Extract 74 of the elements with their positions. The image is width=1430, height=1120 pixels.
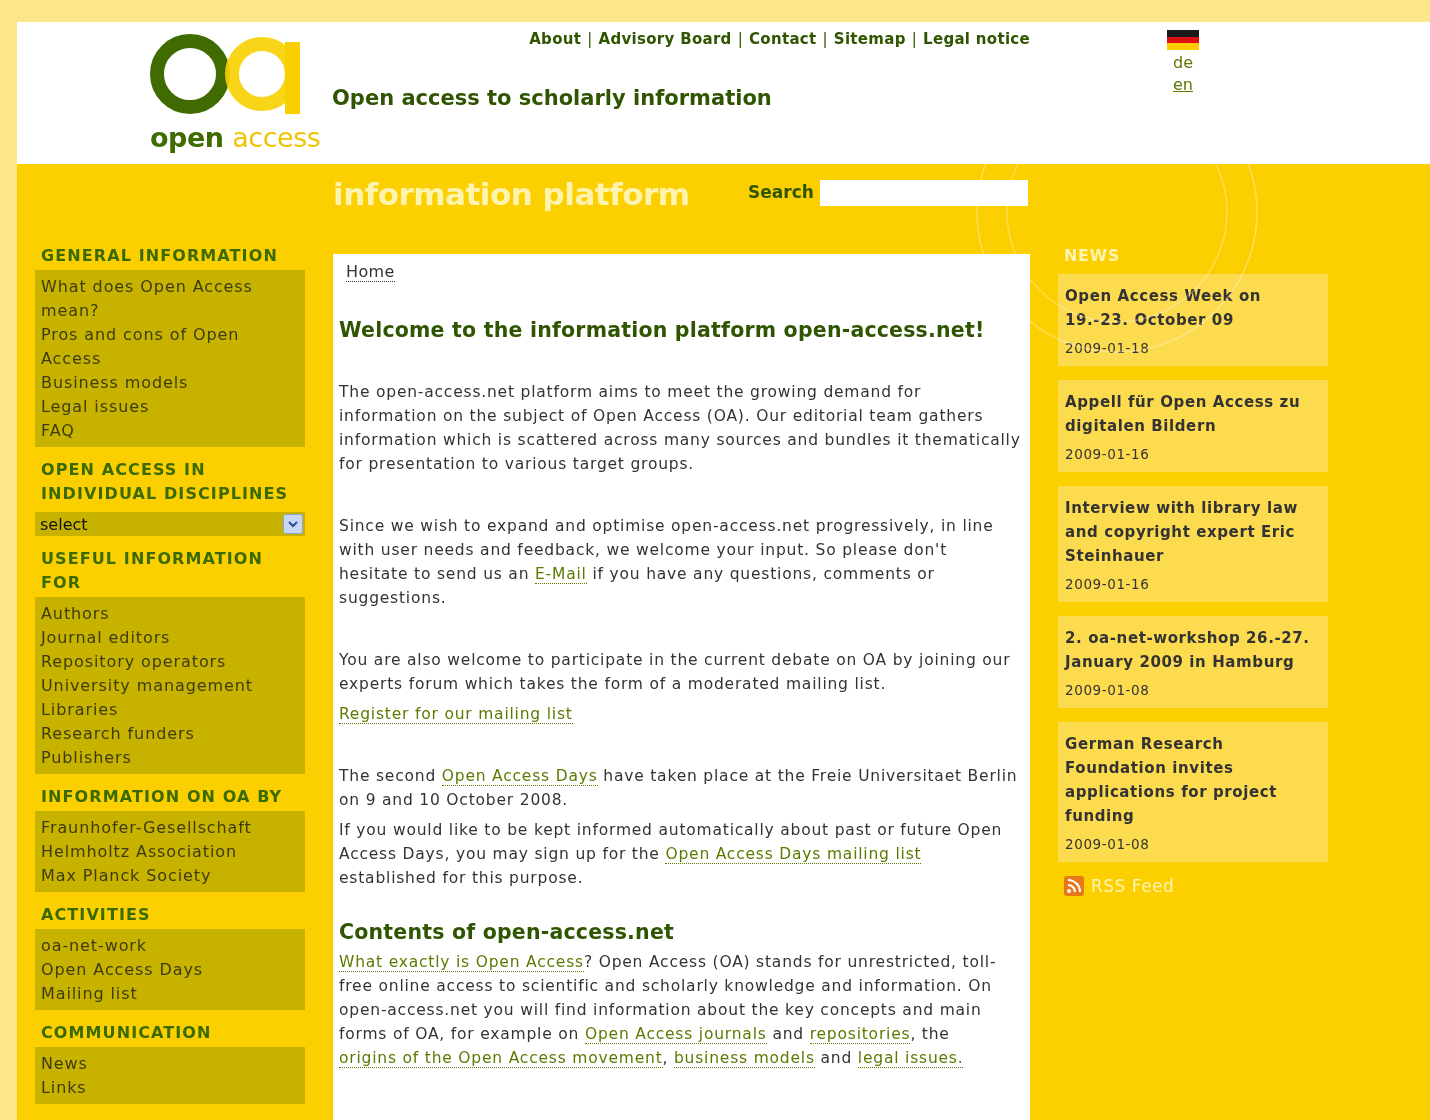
separator: | [911,30,918,48]
news-date: 2009-01-16 [1065,576,1151,592]
separator: | [822,30,828,48]
language-link[interactable]: de [1173,53,1193,72]
news-date: 2009-01-08 [1065,836,1151,852]
search-field[interactable] [819,180,1028,206]
sidebar-item[interactable]: Publishers [41,746,299,770]
text-link[interactable]: business models [674,1049,815,1068]
top-nav-link[interactable]: Advisory Board [598,30,732,48]
news-title-link[interactable]: Open Access Week on 19.-23. October 09 [1065,284,1321,332]
news-date: 2009-01-08 [1065,682,1151,698]
sidebar-heading: ACTIVITIES [41,904,152,926]
sidebar-item[interactable]: Repository operators [41,650,299,674]
breadcrumb-link[interactable]: Home [346,262,395,282]
sidebar-item[interactable]: News [41,1052,299,1076]
text-link[interactable]: repositories [809,1025,911,1044]
top-nav-link[interactable]: Sitemap [833,30,906,48]
top-nav-link[interactable]: Contact [749,30,817,48]
sidebar-item[interactable]: University management [41,674,299,698]
flag-icon [1167,30,1199,50]
text-link[interactable]: legal issues. [857,1049,964,1068]
news-title-link[interactable]: Interview with library law and copyright expert Eric Steinhauer [1065,496,1321,568]
sidebar-item[interactable]: Authors [41,602,299,626]
text-link[interactable]: origins of the Open Access movement [339,1049,663,1068]
rss-icon [1064,876,1084,896]
top-nav-link[interactable]: About [529,30,582,48]
search-label: Search [748,182,814,202]
paragraph: The second Open Access Days have taken place at the Freie Universitaet Berlin on 9 and 10 October 2008. [339,766,1019,811]
text-link[interactable]: Open Access Days [441,767,598,786]
paragraph: Since we wish to expand and optimise open-access.net progressively, in line with user needs and feedback, we welcome your input. So please don't hesitate to send us an E-Mail if you have any questions, comments or suggestions. [339,516,995,609]
text-link[interactable]: Open Access journals [584,1025,767,1044]
language-link[interactable]: en [1173,75,1193,94]
paragraph: You are also welcome to participate in the current debate on OA by joining our experts forum which takes the form of a moderated mailing list. [339,650,1012,695]
sidebar-item[interactable]: Libraries [41,698,299,722]
news-date: 2009-01-18 [1065,340,1151,356]
separator: | [737,30,743,48]
discipline-select[interactable]: select [35,512,305,536]
sidebar-item[interactable]: Business models [41,371,299,395]
sidebar-item[interactable]: oa-net-work [41,934,299,958]
sidebar-item[interactable]: Open Access Days [41,958,299,982]
sidebar-heading: COMMUNICATION [41,1022,213,1044]
sidebar-item[interactable]: Pros and cons of Open Access [41,323,299,371]
sidebar-item[interactable]: FAQ [41,419,299,443]
text-link[interactable]: Open Access Days mailing list [665,845,922,864]
sidebar-heading: USEFUL INFORMATION FOR [41,548,265,594]
sidebar-item[interactable]: Fraunhofer-Gesellschaft [41,816,299,840]
sidebar-item[interactable]: Mailing list [41,982,299,1006]
paragraph: What exactly is Open Access? Open Access (OA) stands for unrestricted, toll-free online access to scientific and scholarly knowledge and information. On open-access.net you will find information about the key concepts and main forms of OA, for example on Open Access journals and repositories, the origins of the Open Access movement, business models and legal issues. [339,952,998,1070]
news-title-link[interactable]: German Research Foundation invites applications for project funding [1065,732,1321,828]
news-date: 2009-01-16 [1065,446,1151,462]
news-heading: NEWS [1064,245,1121,267]
sidebar-heading: OPEN ACCESS IN INDIVIDUAL DISCIPLINES [41,459,290,505]
text-link[interactable]: E-Mail [535,565,587,584]
site-tagline: Open access to scholarly information [332,86,773,110]
separator: | [587,30,593,48]
sidebar-item[interactable]: Research funders [41,722,299,746]
news-title-link[interactable]: 2. oa-net-workshop 26.-27. January 2009 in Hamburg [1065,626,1321,674]
section-heading: Contents of open-access.net [339,920,675,944]
sidebar-item[interactable]: What does Open Access mean? [41,275,299,323]
text-link[interactable]: What exactly is Open Access [339,953,584,972]
section-heading: Welcome to the information platform open-access.net! [339,318,986,342]
news-title-link[interactable]: Appell für Open Access zu digitalen Bildern [1065,390,1321,438]
platform-title: information platform [333,176,691,212]
paragraph: The open-access.net platform aims to meet the growing demand for information on the subject of Open Access (OA). Our editorial team gathers information which is scattered across many sources and bundles it thematically for presentation to various target groups. [339,382,1022,475]
paragraph: If you would like to be kept informed automatically about past or future Open Access Days, you may sign up for the Open Access Days mailing list established for this purpose. [339,820,1004,889]
top-nav-link[interactable]: Legal notice [923,30,1030,48]
sidebar-item[interactable]: Legal issues [41,395,299,419]
sidebar-heading: GENERAL INFORMATION [41,245,279,267]
sidebar-item[interactable]: Links [41,1076,299,1100]
text-link[interactable]: Register for our mailing list [339,705,573,724]
sidebar-item[interactable]: Journal editors [41,626,299,650]
sidebar-item[interactable]: Max Planck Society [41,864,299,888]
sidebar-heading: INFORMATION ON OA BY [41,786,284,808]
sidebar-item[interactable]: Helmholtz Association [41,840,299,864]
